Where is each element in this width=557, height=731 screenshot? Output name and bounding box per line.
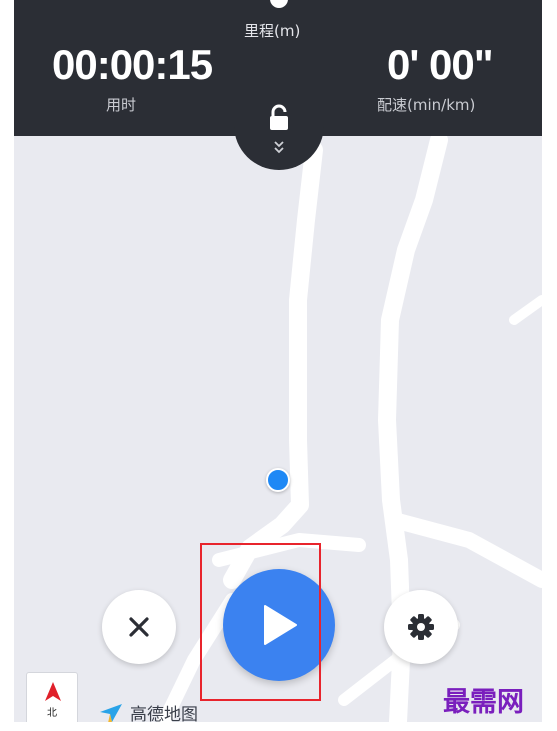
- north-arrow-icon: [45, 682, 61, 701]
- map-road: [386, 512, 542, 588]
- settings-button[interactable]: [384, 590, 458, 664]
- play-button[interactable]: [223, 569, 335, 681]
- map-road: [509, 295, 542, 325]
- current-location-marker: [266, 468, 290, 492]
- pace-label: 配速(min/km): [377, 96, 476, 114]
- watermark: 最需网: [443, 687, 524, 718]
- map-provider-name: 高德地图: [130, 705, 198, 722]
- duration-label: 用时: [106, 96, 137, 114]
- close-button[interactable]: [102, 590, 176, 664]
- distance-label: 里程(m): [244, 22, 301, 40]
- map-road: [223, 141, 323, 589]
- gear-icon: [408, 614, 434, 640]
- amap-logo-icon: [100, 703, 122, 722]
- top-handle[interactable]: [270, 0, 288, 8]
- duration-value: 00:00:15: [52, 41, 213, 88]
- lock-icon[interactable]: [267, 104, 291, 132]
- compass-label: 北: [47, 708, 57, 719]
- map-provider-logo: 高德地图: [98, 700, 198, 722]
- running-screen: 00:00:15 用时 里程(m) 0' 00" 配速(min/km) 北 高德…: [14, 0, 542, 722]
- chevron-double-down-icon[interactable]: [273, 140, 285, 154]
- pace-value: 0' 00": [387, 41, 494, 88]
- play-icon: [264, 605, 297, 645]
- close-icon: [129, 617, 149, 637]
- compass-button[interactable]: 北: [26, 672, 78, 722]
- map-road: [212, 533, 366, 567]
